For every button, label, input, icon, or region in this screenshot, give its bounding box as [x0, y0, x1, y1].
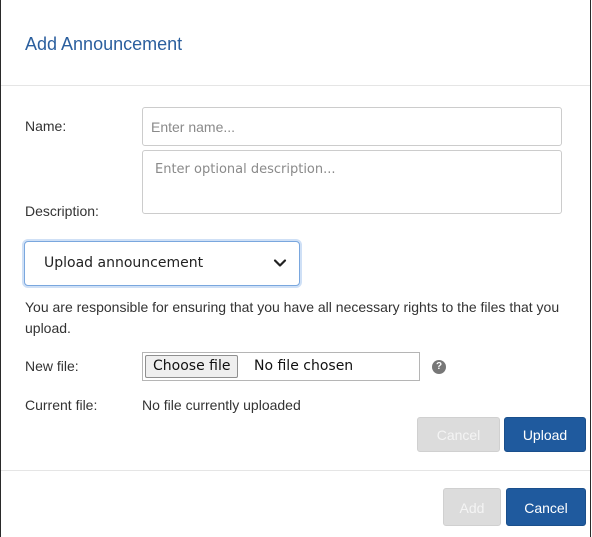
- file-input[interactable]: Choose file No file chosen: [142, 352, 420, 381]
- upload-cancel-button[interactable]: Cancel: [417, 417, 500, 452]
- current-file-label: Current file:: [25, 397, 98, 413]
- description-label: Description:: [25, 203, 99, 219]
- no-file-chosen-text: No file chosen: [254, 358, 354, 374]
- add-announcement-dialog: Add Announcement Name: Description: Uplo…: [0, 0, 591, 537]
- dialog-title: Add Announcement: [25, 34, 183, 54]
- name-label: Name:: [25, 118, 67, 134]
- footer-divider: [1, 470, 590, 471]
- rights-notice: You are responsible for ensuring that yo…: [25, 299, 560, 336]
- name-input[interactable]: [142, 107, 562, 146]
- current-file-value: No file currently uploaded: [142, 397, 301, 413]
- choose-file-button[interactable]: Choose file: [145, 355, 239, 378]
- select-value: Upload announcement: [44, 255, 204, 271]
- dialog-cancel-button[interactable]: Cancel: [506, 488, 586, 526]
- add-button[interactable]: Add: [443, 488, 501, 526]
- new-file-label: New file:: [25, 358, 79, 374]
- chevron-down-icon: [273, 259, 287, 267]
- announcement-type-select[interactable]: Upload announcement: [24, 241, 300, 286]
- dialog-header: Add Announcement: [1, 0, 590, 86]
- upload-button[interactable]: Upload: [504, 417, 586, 452]
- description-textarea[interactable]: [142, 150, 562, 214]
- help-icon[interactable]: ?: [432, 360, 446, 374]
